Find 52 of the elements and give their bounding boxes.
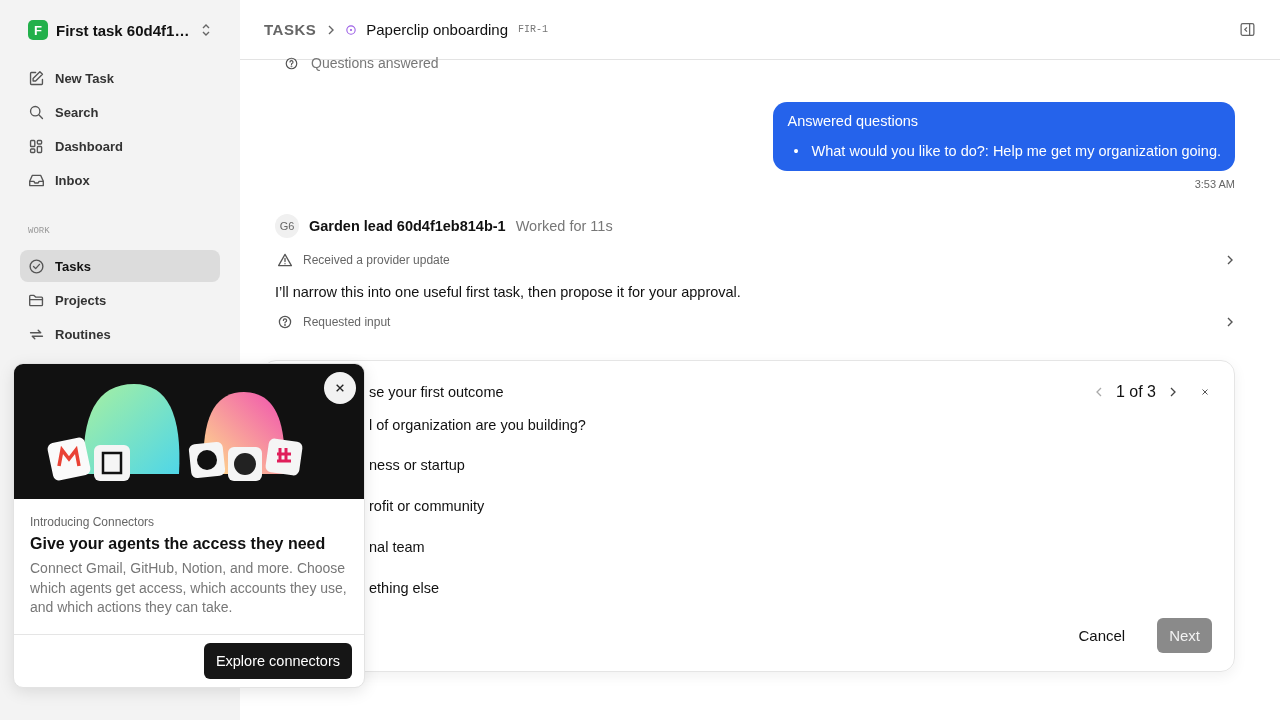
message-text: I’ll narrow this into one useful first task, then propose it for your approval. <box>275 284 742 300</box>
task-title: Paperclip onboarding <box>366 21 508 38</box>
workspace-logo: F <box>28 20 48 40</box>
section-heading: WORK <box>28 226 51 236</box>
answer-option[interactable]: ething else <box>369 580 1212 596</box>
work-duration: Worked for 11s <box>515 218 613 234</box>
sidebar-item[interactable]: Routines <box>20 318 220 350</box>
answer-option[interactable]: nal team <box>369 539 1212 555</box>
cancel-button[interactable]: Cancel <box>1066 618 1138 653</box>
sidebar-item[interactable]: Dashboard <box>20 130 220 162</box>
close-icon <box>335 382 345 394</box>
workspace-name[interactable]: First task 60d4f1… <box>56 21 192 39</box>
message-text: What would you like to do?: Help me get my organization going. <box>811 143 1221 159</box>
search-icon <box>28 103 45 121</box>
pencil-square-icon <box>28 69 45 87</box>
popup-eyebrow: Introducing Connectors <box>30 515 156 529</box>
card-title: se your first outcome <box>369 384 505 400</box>
status-text: Questions answered <box>311 55 439 71</box>
popup-title: Give your agents the access they need <box>30 535 327 553</box>
chevron-right-icon <box>1225 254 1235 266</box>
chevron-right-icon <box>1225 316 1235 328</box>
timestamp: 3:53 AM <box>1194 178 1235 190</box>
dashboard-icon <box>28 137 45 155</box>
popup-description: Connect Gmail, GitHub, Notion, and more. Choose which agents get access, which accounts they use, and which actions they can take. <box>30 559 348 617</box>
event-row[interactable]: Requested input <box>275 314 1235 330</box>
sidebar-item[interactable]: Projects <box>20 284 220 316</box>
event-row[interactable]: Received a provider update <box>275 252 1235 268</box>
message-title: Answered questions <box>787 113 920 129</box>
answer-option[interactable]: ness or startup <box>369 457 1212 473</box>
task-id: FIR-1 <box>518 24 549 35</box>
event-text: Requested input <box>303 315 391 329</box>
status-circle-icon <box>346 23 357 36</box>
chevron-updown-icon[interactable] <box>200 22 212 38</box>
explore-connectors-button[interactable]: Explore connectors <box>203 642 352 679</box>
warning-icon <box>277 252 293 268</box>
check-circle-icon <box>28 257 45 275</box>
panel-toggle-icon[interactable] <box>1239 21 1256 38</box>
answer-option[interactable]: rofit or community <box>369 498 1212 514</box>
agent-name: Garden lead 60d4f1eb814b-1 <box>309 218 506 234</box>
question-icon <box>277 314 293 330</box>
avatar: G6 <box>275 214 299 238</box>
sidebar-item[interactable]: Inbox <box>20 164 220 196</box>
question-text: l of organization are you building? <box>369 417 587 433</box>
bullet-mark: • <box>793 143 799 159</box>
sidebar-item[interactable]: New Task <box>20 62 220 94</box>
sidebar-item[interactable]: Search <box>20 96 220 128</box>
breadcrumb-link[interactable]: TASKS <box>264 21 317 38</box>
question-icon <box>284 55 299 71</box>
event-text: Received a provider update <box>303 253 450 267</box>
sidebar-item[interactable]: Tasks <box>20 250 220 282</box>
next-page-icon[interactable] <box>1168 386 1178 398</box>
page-counter: 1 of 3 <box>1115 383 1156 401</box>
